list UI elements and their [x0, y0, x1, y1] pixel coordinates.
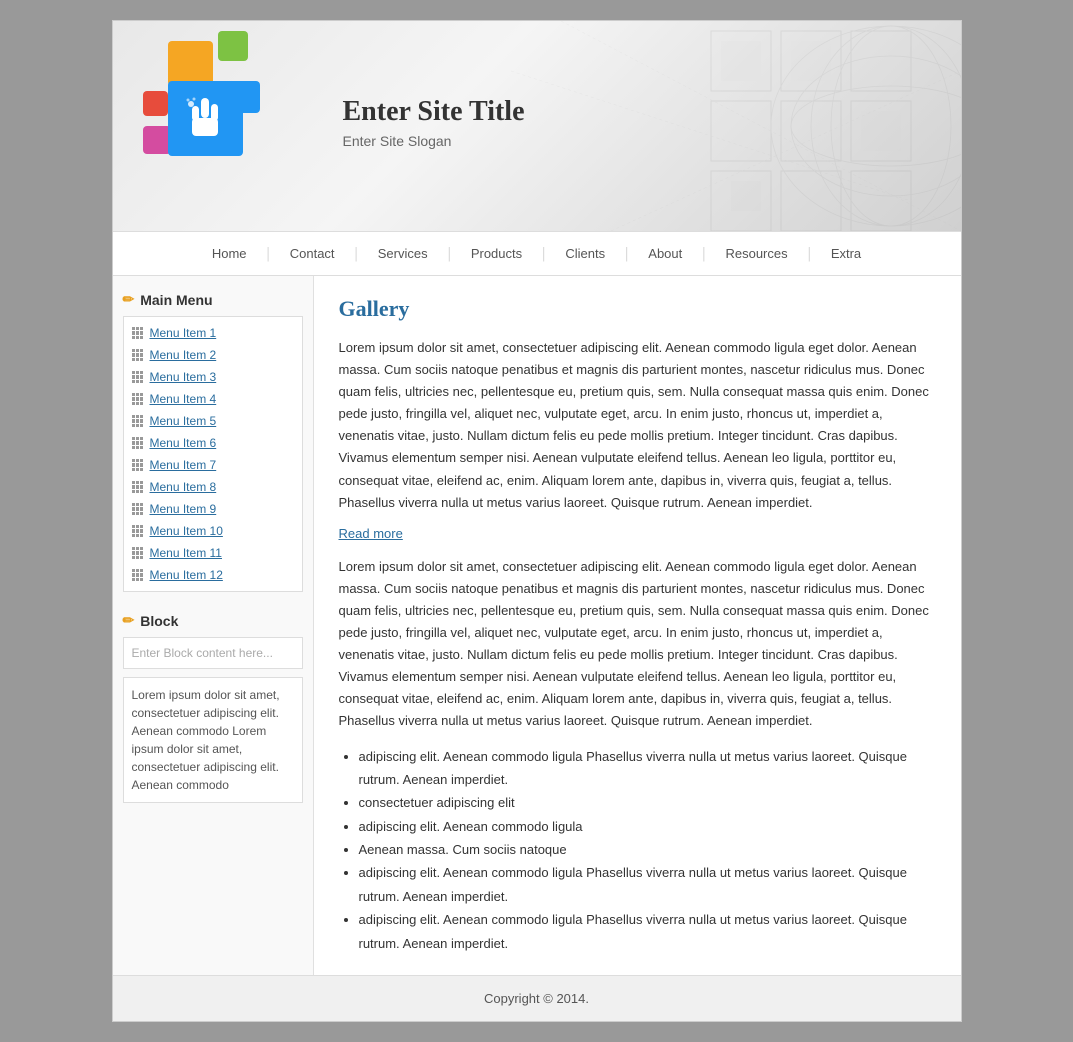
logo-square-pink — [143, 126, 171, 154]
nav-link-contact[interactable]: Contact — [270, 232, 355, 275]
block-label: Block — [140, 613, 178, 629]
menu-item-2[interactable]: Menu Item 2 — [150, 348, 217, 362]
list-item[interactable]: Menu Item 10 — [124, 520, 302, 542]
grid-icon-11 — [132, 547, 144, 559]
menu-item-12[interactable]: Menu Item 12 — [150, 568, 223, 582]
logo-main-square — [168, 81, 243, 156]
content-paragraph-1: Lorem ipsum dolor sit amet, consectetuer… — [339, 337, 936, 514]
list-item[interactable]: Menu Item 7 — [124, 454, 302, 476]
logo-square-orange — [168, 41, 213, 86]
main-content: Gallery Lorem ipsum dolor sit amet, cons… — [313, 276, 961, 975]
logo-square-green — [218, 31, 248, 61]
footer-copyright: Copyright © 2014. — [484, 991, 589, 1006]
menu-item-9[interactable]: Menu Item 9 — [150, 502, 217, 516]
menu-item-3[interactable]: Menu Item 3 — [150, 370, 217, 384]
block-text: Lorem ipsum dolor sit amet, consectetuer… — [123, 677, 303, 803]
hand-icon — [185, 96, 225, 141]
list-item[interactable]: Menu Item 3 — [124, 366, 302, 388]
footer: Copyright © 2014. — [113, 975, 961, 1021]
menu-item-6[interactable]: Menu Item 6 — [150, 436, 217, 450]
list-item[interactable]: Menu Item 8 — [124, 476, 302, 498]
grid-icon-2 — [132, 349, 144, 361]
content-list: adipiscing elit. Aenean commodo ligula P… — [339, 745, 936, 956]
sidebar: ✏ Main Menu Menu Item 1 Menu Item 2 Menu… — [113, 276, 313, 975]
logo-icon — [113, 21, 268, 176]
menu-item-7[interactable]: Menu Item 7 — [150, 458, 217, 472]
block-section: ✏ Block Enter Block content here... Lore… — [123, 612, 303, 803]
list-item[interactable]: Menu Item 5 — [124, 410, 302, 432]
nav-link-extra[interactable]: Extra — [811, 232, 881, 275]
grid-icon-9 — [132, 503, 144, 515]
menu-item-10[interactable]: Menu Item 10 — [150, 524, 223, 538]
list-item[interactable]: Menu Item 2 — [124, 344, 302, 366]
grid-icon-3 — [132, 371, 144, 383]
list-item[interactable]: Menu Item 11 — [124, 542, 302, 564]
pencil-icon: ✏ — [123, 291, 135, 308]
grid-icon-10 — [132, 525, 144, 537]
list-item: Aenean massa. Cum sociis natoque — [359, 838, 936, 861]
block-heading: ✏ Block — [123, 612, 303, 629]
list-item[interactable]: Menu Item 6 — [124, 432, 302, 454]
nav-link-products[interactable]: Products — [451, 232, 542, 275]
content-area: ✏ Main Menu Menu Item 1 Menu Item 2 Menu… — [113, 276, 961, 975]
block-input[interactable]: Enter Block content here... — [123, 637, 303, 669]
site-slogan: Enter Site Slogan — [343, 133, 525, 149]
nav-item-extra[interactable]: Extra — [811, 232, 881, 275]
grid-icon-8 — [132, 481, 144, 493]
nav-item-resources[interactable]: Resources — [705, 232, 807, 275]
menu-item-4[interactable]: Menu Item 4 — [150, 392, 217, 406]
content-paragraph-2: Lorem ipsum dolor sit amet, consectetuer… — [339, 556, 936, 733]
grid-icon-12 — [132, 569, 144, 581]
logo-square-red — [143, 91, 168, 116]
grid-icon-6 — [132, 437, 144, 449]
nav-item-services[interactable]: Services — [358, 232, 448, 275]
main-menu-heading: ✏ Main Menu — [123, 291, 303, 308]
nav-item-products[interactable]: Products — [451, 232, 542, 275]
nav-link-services[interactable]: Services — [358, 232, 448, 275]
list-item[interactable]: Menu Item 9 — [124, 498, 302, 520]
grid-icon-1 — [132, 327, 144, 339]
list-item: adipiscing elit. Aenean commodo ligula P… — [359, 908, 936, 955]
read-more-link[interactable]: Read more — [339, 526, 403, 541]
list-item[interactable]: Menu Item 4 — [124, 388, 302, 410]
main-menu-label: Main Menu — [140, 292, 212, 308]
nav-item-home[interactable]: Home — [192, 232, 267, 275]
menu-item-1[interactable]: Menu Item 1 — [150, 326, 217, 340]
page-wrapper: Enter Site Title Enter Site Slogan Home … — [112, 20, 962, 1022]
list-item: consectetuer adipiscing elit — [359, 791, 936, 814]
list-item: adipiscing elit. Aenean commodo ligula P… — [359, 745, 936, 792]
grid-icon-7 — [132, 459, 144, 471]
grid-icon-4 — [132, 393, 144, 405]
pencil-icon-block: ✏ — [123, 612, 135, 629]
main-nav: Home | Contact | Services | Products | C… — [113, 231, 961, 276]
menu-item-8[interactable]: Menu Item 8 — [150, 480, 217, 494]
list-item: adipiscing elit. Aenean commodo ligula — [359, 815, 936, 838]
nav-link-clients[interactable]: Clients — [545, 232, 625, 275]
list-item[interactable]: Menu Item 1 — [124, 322, 302, 344]
header: Enter Site Title Enter Site Slogan — [113, 21, 961, 231]
list-item: adipiscing elit. Aenean commodo ligula P… — [359, 861, 936, 908]
main-menu-box: Menu Item 1 Menu Item 2 Menu Item 3 Menu… — [123, 316, 303, 592]
site-title-area: Enter Site Title Enter Site Slogan — [343, 96, 525, 149]
nav-link-about[interactable]: About — [628, 232, 702, 275]
grid-icon-5 — [132, 415, 144, 427]
nav-link-home[interactable]: Home — [192, 232, 267, 275]
nav-item-contact[interactable]: Contact — [270, 232, 355, 275]
site-title: Enter Site Title — [343, 96, 525, 128]
list-item[interactable]: Menu Item 12 — [124, 564, 302, 586]
nav-item-about[interactable]: About — [628, 232, 702, 275]
nav-link-resources[interactable]: Resources — [705, 232, 807, 275]
nav-item-clients[interactable]: Clients — [545, 232, 625, 275]
page-title: Gallery — [339, 296, 936, 322]
menu-item-5[interactable]: Menu Item 5 — [150, 414, 217, 428]
menu-item-11[interactable]: Menu Item 11 — [150, 546, 222, 560]
